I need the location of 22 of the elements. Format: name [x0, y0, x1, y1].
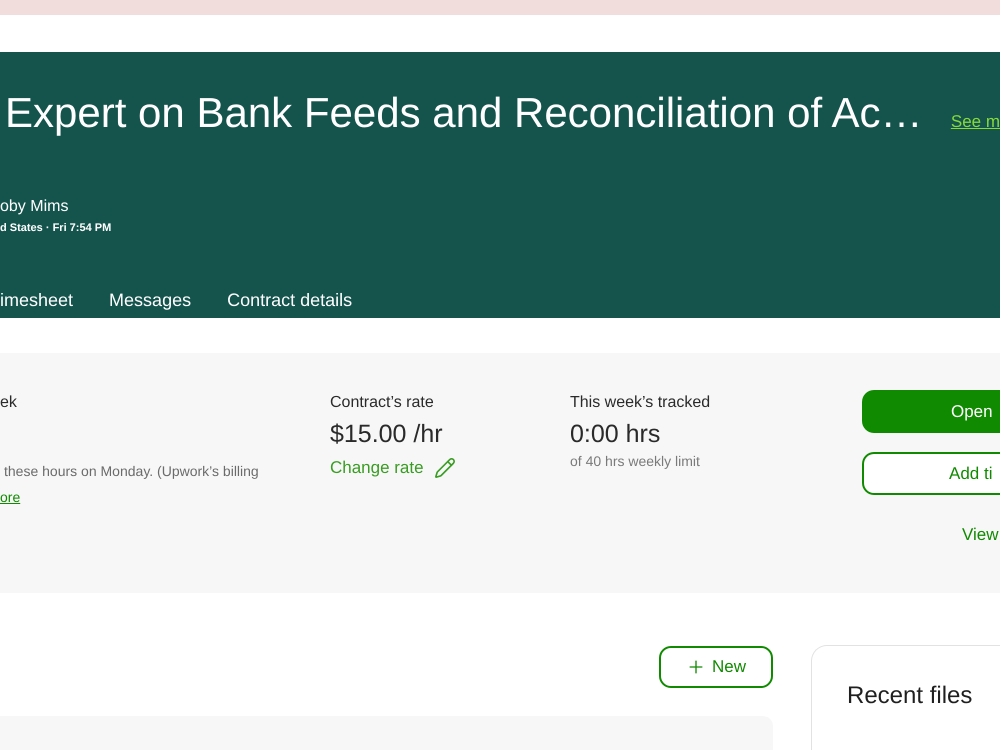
- client-meta: d States · Fri 7:54 PM: [0, 221, 112, 235]
- change-rate-link[interactable]: Change rate: [330, 456, 456, 480]
- tracked-label: This week’s tracked: [570, 393, 710, 413]
- new-button[interactable]: New: [659, 646, 773, 688]
- learn-more-link[interactable]: ore: [0, 487, 20, 507]
- tracked-value: 0:00 hrs: [570, 419, 660, 449]
- recent-files-title: Recent files: [847, 681, 972, 711]
- outline-button[interactable]: Add ti: [862, 452, 1000, 495]
- nav-tab[interactable]: Contract details: [227, 278, 352, 318]
- weekly-limit: of 40 hrs weekly limit: [570, 452, 700, 471]
- see-more-link[interactable]: See m: [950, 109, 1000, 134]
- billing-note: these hours on Monday. (Upwork’s billing: [4, 462, 259, 481]
- rate-value: $15.00 /hr: [330, 419, 443, 449]
- rate-label: Contract’s rate: [330, 393, 434, 413]
- primary-button[interactable]: Open: [862, 390, 1000, 433]
- client-name: oby Mims: [0, 197, 68, 217]
- week-label: ek: [0, 393, 17, 413]
- nav-tab[interactable]: Messages: [109, 278, 192, 318]
- pencil-icon: [434, 457, 456, 479]
- text-link[interactable]: View: [962, 523, 1000, 547]
- contract-title: Expert on Bank Feeds and Reconciliation of Ac…: [5, 89, 923, 137]
- nav-tab[interactable]: imesheet: [0, 278, 74, 318]
